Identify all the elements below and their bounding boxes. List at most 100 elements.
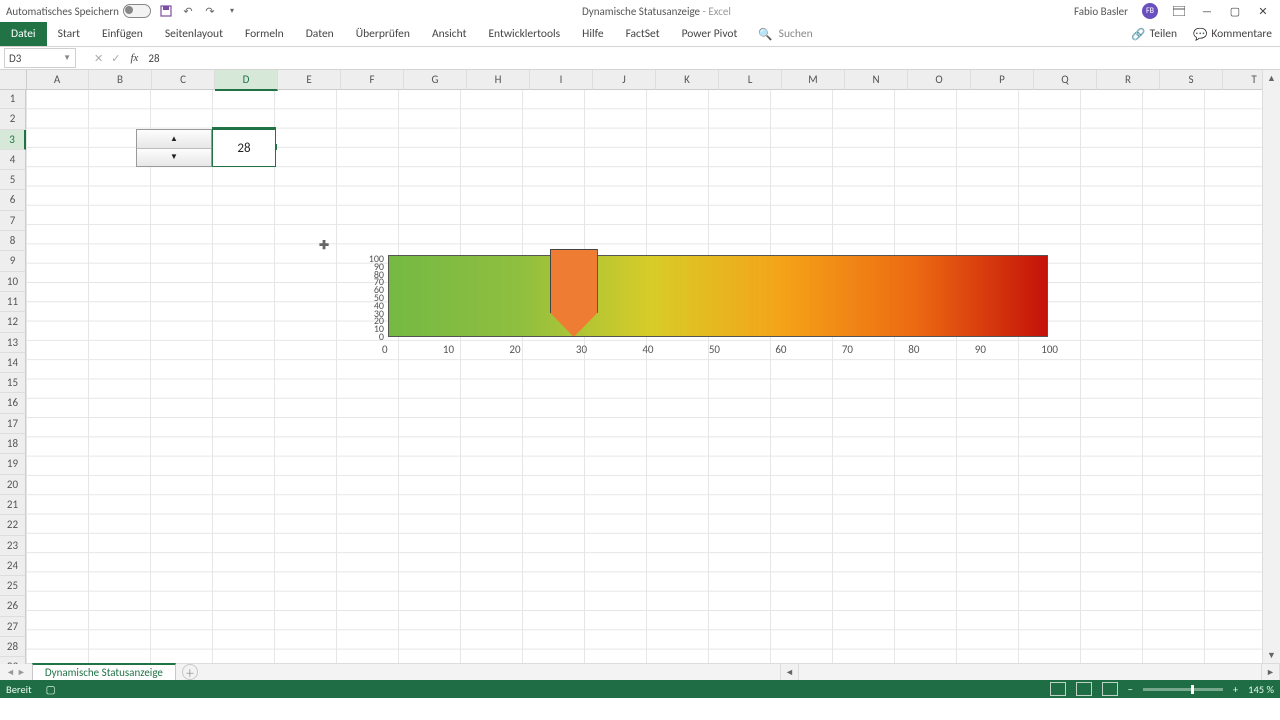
col-header[interactable]: H	[467, 70, 530, 90]
name-box[interactable]: D3 ▼	[4, 48, 76, 68]
row-header[interactable]: 26	[0, 596, 26, 616]
tab-devtools[interactable]: Entwicklertools	[477, 22, 571, 46]
row-header[interactable]: 8	[0, 231, 26, 251]
scroll-down-icon[interactable]: ▼	[1263, 647, 1280, 664]
col-header[interactable]: B	[89, 70, 152, 90]
sheet-tab[interactable]: Dynamische Statusanzeige	[32, 663, 176, 681]
scroll-right-icon[interactable]: ►	[1261, 664, 1280, 681]
tab-nav-next-icon[interactable]: ►	[17, 667, 26, 678]
spin-button-control[interactable]: ▲ ▼	[136, 129, 212, 167]
row-header[interactable]: 7	[0, 211, 26, 231]
row-header[interactable]: 25	[0, 576, 26, 596]
row-header[interactable]: 6	[0, 190, 26, 210]
spin-down-button[interactable]: ▼	[137, 149, 211, 167]
tab-file[interactable]: Datei	[0, 22, 47, 46]
col-header[interactable]: M	[782, 70, 845, 90]
tab-powerpivot[interactable]: Power Pivot	[671, 22, 749, 46]
row-header[interactable]: 1	[0, 89, 26, 109]
comments-button[interactable]: 💬 Kommentare	[1185, 22, 1280, 46]
tab-review[interactable]: Überprüfen	[345, 22, 421, 46]
fx-icon[interactable]: fx	[130, 52, 138, 64]
col-header[interactable]: R	[1097, 70, 1160, 90]
row-header[interactable]: 17	[0, 414, 26, 434]
tab-factset[interactable]: FactSet	[615, 22, 671, 46]
scroll-left-icon[interactable]: ◄	[780, 664, 799, 681]
col-header[interactable]: I	[530, 70, 593, 90]
row-headers[interactable]: 1234567891011121314151617181920212223242…	[0, 89, 26, 664]
save-icon[interactable]	[159, 4, 173, 18]
tab-data[interactable]: Daten	[295, 22, 345, 46]
share-button[interactable]: 🔗 Teilen	[1123, 22, 1185, 46]
view-pagelayout-icon[interactable]	[1076, 682, 1092, 696]
close-icon[interactable]: ✕	[1256, 4, 1270, 18]
select-all-triangle[interactable]	[0, 70, 27, 90]
row-header[interactable]: 19	[0, 454, 26, 474]
zoom-value[interactable]: 145 %	[1248, 683, 1274, 696]
col-header[interactable]: O	[908, 70, 971, 90]
col-header[interactable]: P	[971, 70, 1034, 90]
row-header[interactable]: 18	[0, 434, 26, 454]
row-header[interactable]: 2	[0, 109, 26, 129]
row-header[interactable]: 13	[0, 333, 26, 353]
search-box[interactable]: 🔍 Suchen	[748, 22, 822, 46]
tab-help[interactable]: Hilfe	[571, 22, 614, 46]
row-header[interactable]: 3	[0, 130, 26, 150]
view-pagebreak-icon[interactable]	[1102, 682, 1118, 696]
autosave-toggle[interactable]: Automatisches Speichern	[6, 4, 151, 18]
zoom-in-icon[interactable]: +	[1233, 683, 1238, 696]
col-header[interactable]: C	[152, 70, 215, 90]
horizontal-scrollbar[interactable]: ◄ ►	[780, 664, 1280, 681]
col-header[interactable]: N	[845, 70, 908, 90]
tab-view[interactable]: Ansicht	[421, 22, 477, 46]
col-header[interactable]: K	[656, 70, 719, 90]
row-header[interactable]: 28	[0, 637, 26, 657]
col-header[interactable]: L	[719, 70, 782, 90]
redo-icon[interactable]: ↷	[203, 4, 217, 18]
view-normal-icon[interactable]	[1050, 682, 1066, 696]
formula-input[interactable]: 28	[144, 52, 1280, 65]
row-header[interactable]: 11	[0, 292, 26, 312]
value-cell[interactable]: 28	[212, 129, 276, 167]
avatar[interactable]: FB	[1142, 3, 1158, 19]
row-header[interactable]: 16	[0, 393, 26, 413]
col-header[interactable]: J	[593, 70, 656, 90]
row-header[interactable]: 27	[0, 617, 26, 637]
col-header[interactable]: E	[278, 70, 341, 90]
user-name[interactable]: Fabio Basler	[1074, 5, 1128, 18]
maximize-icon[interactable]: ▢	[1228, 4, 1242, 18]
tab-pagelayout[interactable]: Seitenlayout	[154, 22, 234, 46]
spin-up-button[interactable]: ▲	[137, 130, 211, 149]
tab-start[interactable]: Start	[47, 22, 91, 46]
toggle-switch-icon[interactable]	[123, 4, 151, 18]
col-header[interactable]: F	[341, 70, 404, 90]
row-header[interactable]: 29	[0, 657, 26, 664]
tab-insert[interactable]: Einfügen	[91, 22, 154, 46]
col-header[interactable]: T	[1223, 70, 1262, 90]
undo-icon[interactable]: ↶	[181, 4, 195, 18]
macro-record-icon[interactable]: ▢	[46, 683, 56, 696]
row-header[interactable]: 22	[0, 515, 26, 535]
row-header[interactable]: 9	[0, 251, 26, 271]
chevron-down-icon[interactable]: ▼	[63, 53, 71, 63]
row-header[interactable]: 24	[0, 556, 26, 576]
row-header[interactable]: 15	[0, 373, 26, 393]
worksheet[interactable]: ABCDEFGHIJKLMNOPQRST 1234567891011121314…	[0, 70, 1262, 664]
row-header[interactable]: 21	[0, 495, 26, 515]
scroll-up-icon[interactable]: ▲	[1263, 70, 1280, 87]
vertical-scrollbar[interactable]: ▲ ▼	[1262, 70, 1280, 664]
add-sheet-button[interactable]: ＋	[182, 664, 198, 680]
col-header[interactable]: A	[26, 70, 89, 90]
col-header[interactable]: Q	[1034, 70, 1097, 90]
row-header[interactable]: 12	[0, 312, 26, 332]
row-header[interactable]: 14	[0, 353, 26, 373]
ribbon-mode-icon[interactable]	[1172, 4, 1186, 18]
row-header[interactable]: 20	[0, 475, 26, 495]
accept-formula-icon[interactable]: ✓	[111, 52, 120, 65]
minimize-icon[interactable]: —	[1200, 4, 1214, 18]
row-header[interactable]: 23	[0, 536, 26, 556]
qat-dropdown-icon[interactable]: ▾	[225, 4, 239, 18]
cancel-formula-icon[interactable]: ✕	[94, 52, 103, 65]
col-header[interactable]: G	[404, 70, 467, 90]
zoom-slider[interactable]	[1143, 688, 1223, 691]
status-gauge-chart[interactable]: 1009080706050403020100 01020304050607080…	[358, 255, 1058, 385]
